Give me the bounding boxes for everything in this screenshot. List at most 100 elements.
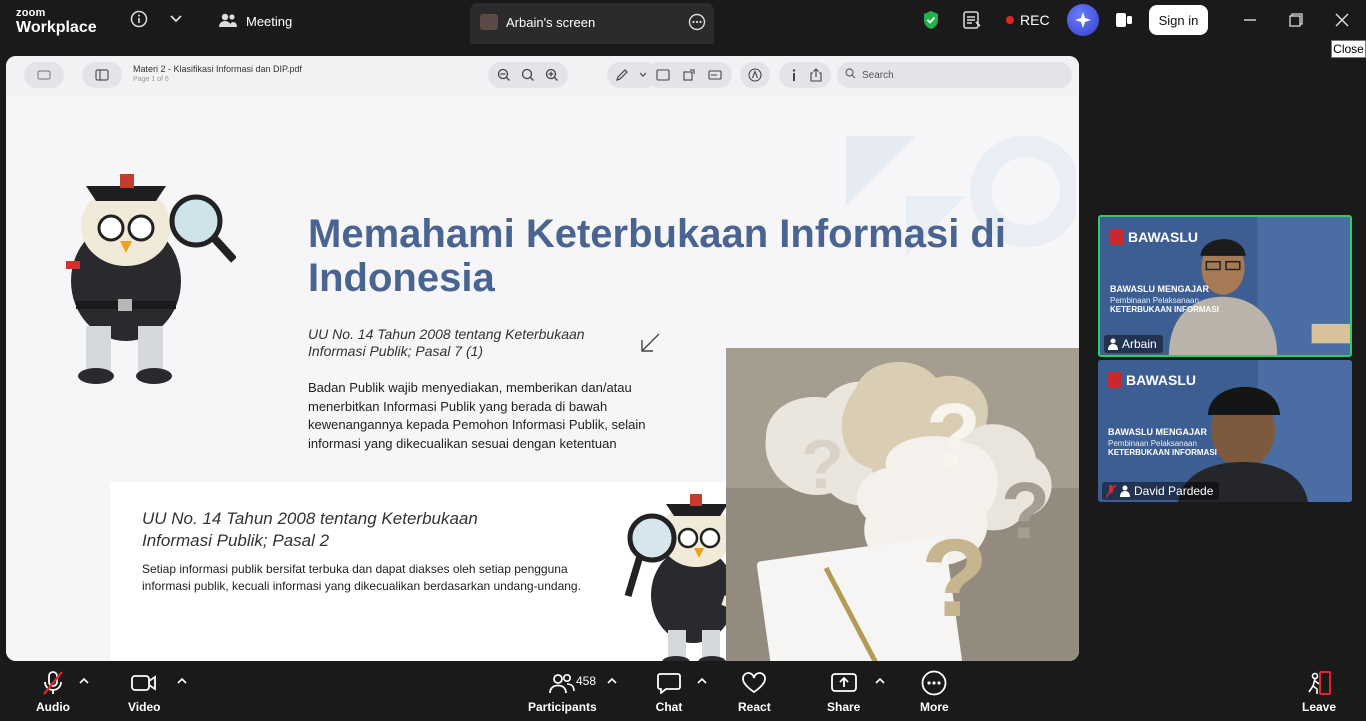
brand-line1: zoom bbox=[16, 7, 46, 19]
more-label: More bbox=[920, 700, 949, 714]
meeting-tab[interactable]: Meeting bbox=[218, 12, 292, 31]
background-title: BAWASLU MENGAJAR bbox=[1108, 427, 1208, 437]
heart-icon bbox=[740, 669, 768, 697]
sign-in-button[interactable]: Sign in bbox=[1149, 5, 1208, 35]
slide-paragraph-2: Setiap informasi publik bersifat terbuka… bbox=[142, 562, 581, 593]
more-icon[interactable] bbox=[688, 13, 706, 31]
participant-video-tile[interactable]: BAWASLU BAWASLU MENGAJAR Pembinaan Pelak… bbox=[1098, 360, 1352, 502]
zoom-fit-icon[interactable] bbox=[519, 66, 537, 84]
chevron-down-icon[interactable] bbox=[166, 8, 186, 30]
host-icon bbox=[1120, 485, 1130, 497]
restore-icon[interactable] bbox=[1286, 10, 1306, 30]
more-icon bbox=[920, 669, 948, 697]
zoom-meeting-window: zoom Workplace Meeting Arbain's screen R… bbox=[0, 0, 1366, 721]
participant-name: Arbain bbox=[1122, 337, 1157, 351]
slide-subtitle-2: UU No. 14 Tahun 2008 tentang Keterbukaan… bbox=[142, 509, 478, 550]
highlight-button[interactable] bbox=[740, 62, 770, 88]
svg-text:?: ? bbox=[921, 517, 988, 640]
share-screen-icon bbox=[830, 669, 858, 697]
share-options-chevron-up-icon[interactable] bbox=[875, 677, 885, 685]
bawaslu-logo: BAWASLU bbox=[1108, 372, 1196, 388]
slide: Memahami Keterbukaan Informasi di Indone… bbox=[6, 96, 1079, 661]
rotate-icon[interactable] bbox=[680, 66, 698, 84]
chat-button[interactable]: Chat bbox=[655, 669, 683, 714]
share-label: Share bbox=[827, 700, 861, 714]
zoom-out-icon[interactable] bbox=[495, 66, 513, 84]
search-placeholder: Search bbox=[862, 69, 894, 81]
form-icon[interactable] bbox=[706, 66, 724, 84]
react-button[interactable]: React bbox=[738, 669, 771, 714]
leave-button[interactable]: Leave bbox=[1302, 669, 1336, 714]
participants-icon bbox=[548, 669, 576, 697]
zoom-controls bbox=[488, 62, 568, 88]
meeting-tab-label: Meeting bbox=[246, 14, 293, 29]
info-icon[interactable] bbox=[128, 8, 150, 30]
close-icon[interactable] bbox=[1332, 10, 1352, 30]
zoom-workplace-logo: zoom Workplace bbox=[16, 8, 97, 36]
svg-text:?: ? bbox=[1001, 466, 1050, 555]
chat-icon bbox=[655, 669, 683, 697]
background-subtitle: Pembinaan Pelaksanaan bbox=[1108, 439, 1197, 448]
view-menu-button[interactable] bbox=[82, 62, 122, 88]
chat-options-chevron-up-icon[interactable] bbox=[697, 677, 707, 685]
audio-label: Audio bbox=[36, 700, 70, 714]
shield-icon[interactable] bbox=[922, 10, 940, 30]
notes-icon[interactable] bbox=[962, 9, 982, 31]
react-label: React bbox=[738, 700, 771, 714]
sidebar-toggle-button[interactable] bbox=[24, 62, 64, 88]
window-icon bbox=[35, 66, 53, 84]
highlight-icon bbox=[746, 66, 764, 84]
camera-icon bbox=[130, 669, 158, 697]
background-topic: KETERBUKAAN INFORMASI bbox=[1108, 448, 1217, 457]
image-icon[interactable] bbox=[654, 66, 672, 84]
audio-options-chevron-up-icon[interactable] bbox=[79, 677, 89, 685]
background-title: BAWASLU MENGAJAR bbox=[1110, 284, 1210, 294]
org-label: BAWASLU bbox=[1128, 229, 1198, 245]
info-share-tools bbox=[779, 62, 831, 88]
zoom-in-icon[interactable] bbox=[543, 66, 561, 84]
owl-mascot-magnifier-image bbox=[66, 174, 236, 384]
background-subtitle: Pembinaan Pelaksanaan bbox=[1110, 296, 1199, 305]
audio-button[interactable]: Audio bbox=[36, 669, 70, 714]
title-bar: zoom Workplace Meeting Arbain's screen R… bbox=[0, 0, 1366, 44]
pdf-page-indicator: Page 1 of 6 bbox=[133, 76, 169, 83]
screen-share-tab[interactable]: Arbain's screen bbox=[470, 3, 714, 44]
participants-count: 458 bbox=[576, 674, 597, 688]
search-icon bbox=[845, 68, 856, 82]
bawaslu-emblem-icon bbox=[1108, 372, 1122, 388]
host-icon bbox=[1108, 338, 1118, 350]
sidebar-icon bbox=[93, 66, 111, 84]
slide-subtitle-1: UU No. 14 Tahun 2008 tentang Keterbukaan… bbox=[308, 326, 585, 359]
participants-options-chevron-up-icon[interactable] bbox=[607, 677, 617, 685]
minimize-icon[interactable] bbox=[1240, 10, 1260, 30]
org-label: BAWASLU bbox=[1126, 372, 1196, 388]
background-topic: KETERBUKAAN INFORMASI bbox=[1110, 305, 1219, 314]
participant-video-tile[interactable]: BAWASLU BAWASLU MENGAJAR Pembinaan Pelak… bbox=[1098, 215, 1352, 357]
more-button[interactable]: More bbox=[920, 669, 949, 714]
brand-line2: Workplace bbox=[16, 19, 97, 36]
svg-text:?: ? bbox=[801, 425, 844, 503]
share-icon[interactable] bbox=[807, 66, 825, 84]
recording-indicator[interactable]: REC bbox=[1006, 12, 1050, 28]
pdf-search-field[interactable]: Search bbox=[837, 62, 1072, 88]
bawaslu-logo: BAWASLU bbox=[1110, 229, 1198, 245]
pdf-filename: Materi 2 - Klasifikasi Informasi dan DIP… bbox=[133, 64, 302, 74]
slide-title: Memahami Keterbukaan Informasi di Indone… bbox=[308, 212, 1006, 300]
participant-name-tag: David Pardede bbox=[1102, 482, 1220, 500]
chat-label: Chat bbox=[655, 700, 683, 714]
slide-paragraph-1: Badan Publik wajib menyediakan, memberik… bbox=[308, 380, 646, 451]
rec-label: REC bbox=[1020, 12, 1050, 28]
apps-icon[interactable] bbox=[1113, 9, 1135, 31]
participant-name: David Pardede bbox=[1134, 484, 1214, 498]
share-button[interactable]: Share bbox=[827, 669, 860, 714]
slide-quote-card: UU No. 14 Tahun 2008 tentang Keterbukaan… bbox=[110, 482, 780, 661]
microphone-muted-icon bbox=[1106, 485, 1116, 497]
ai-companion-icon[interactable] bbox=[1067, 4, 1099, 36]
video-options-chevron-up-icon[interactable] bbox=[177, 677, 187, 685]
shared-screen[interactable]: Materi 2 - Klasifikasi Informasi dan DIP… bbox=[6, 56, 1079, 661]
people-icon bbox=[218, 12, 238, 31]
pdf-toolbar: Materi 2 - Klasifikasi Informasi dan DIP… bbox=[6, 56, 1079, 96]
close-tooltip: Close bbox=[1331, 40, 1366, 58]
info-icon[interactable] bbox=[785, 66, 803, 84]
video-button[interactable]: Video bbox=[128, 669, 160, 714]
